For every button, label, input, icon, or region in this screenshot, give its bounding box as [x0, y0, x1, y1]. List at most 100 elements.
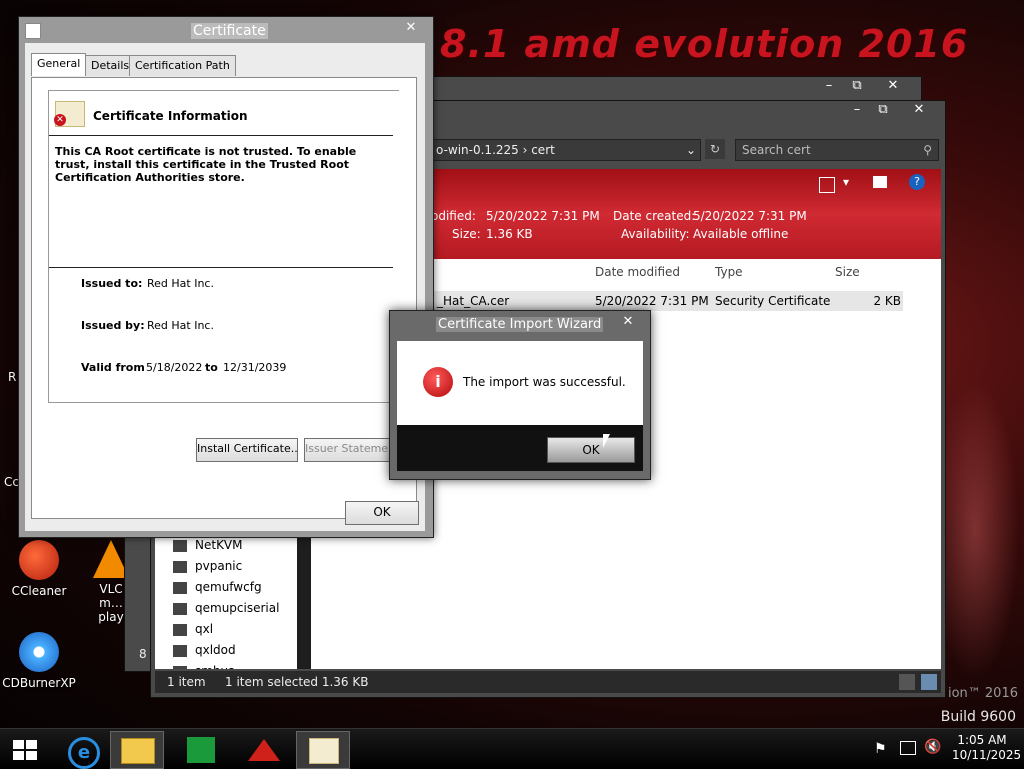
clock-time: 1:05 AM: [957, 733, 1007, 747]
chevron-down-icon[interactable]: ⌄: [686, 140, 696, 160]
tab-general[interactable]: General: [31, 53, 87, 76]
folder-icon: [173, 665, 187, 669]
nav-item[interactable]: NetKVM: [155, 535, 297, 556]
tab-certification-path[interactable]: Certification Path: [129, 55, 236, 76]
folder-icon: [173, 581, 187, 594]
nav-item[interactable]: smbus: [155, 661, 297, 669]
column-type[interactable]: Type: [715, 265, 743, 279]
info-heading: Certificate Information: [93, 109, 248, 123]
details-view-icon[interactable]: [899, 674, 915, 690]
valid-to-value: 12/31/2039: [223, 361, 287, 374]
large-icons-view-icon[interactable]: [921, 674, 937, 690]
refresh-icon: ↻: [709, 142, 721, 156]
desktop-label-clipped: Cc: [4, 475, 19, 489]
divider: [49, 267, 393, 268]
view-options-icon[interactable]: [819, 177, 835, 193]
divider: [49, 135, 393, 136]
issued-by-label: Issued by:: [81, 319, 145, 332]
flag-icon[interactable]: ⚑: [874, 741, 887, 757]
maximize-button[interactable]: ⧉: [845, 77, 869, 95]
close-button[interactable]: ✕: [399, 19, 423, 37]
availability-label: Availability:: [621, 227, 690, 241]
taskbar-app[interactable]: [238, 731, 290, 767]
folder-icon: [173, 644, 187, 657]
taskbar-store[interactable]: [176, 731, 228, 767]
issuer-statement-button[interactable]: Issuer Statement: [304, 438, 398, 462]
store-icon: [187, 737, 215, 763]
general-tab-panel: ✕ Certificate Information This CA Root c…: [31, 77, 417, 519]
certificate-info-box: ✕ Certificate Information This CA Root c…: [48, 90, 399, 403]
wizard-ok-button[interactable]: OK: [547, 437, 635, 463]
minimize-button[interactable]: –: [845, 101, 869, 119]
taskbar-certificate[interactable]: [296, 731, 350, 769]
wizard-message: The import was successful.: [463, 375, 626, 389]
preview-pane-icon[interactable]: [873, 176, 887, 188]
start-button[interactable]: [0, 731, 50, 767]
desktop-icon-label: CDBurnerXP: [2, 676, 76, 690]
close-button[interactable]: ✕: [616, 313, 640, 331]
status-selection: 1 item selected 1.36 KB: [225, 675, 369, 689]
taskbar-internet-explorer[interactable]: e: [56, 731, 108, 769]
app-icon: [248, 739, 280, 761]
file-row[interactable]: _Hat_CA.cer 5/20/2022 7:31 PM Security C…: [431, 291, 903, 311]
help-icon[interactable]: ?: [909, 174, 925, 190]
file-size: 2 KB: [873, 294, 901, 308]
install-certificate-button[interactable]: Install Certificate...: [196, 438, 298, 462]
status-item-count: 1 item: [167, 675, 206, 689]
valid-from-value: 5/18/2022: [146, 361, 203, 374]
valid-to-label: to: [205, 361, 218, 374]
search-input[interactable]: Search cert ⚲: [735, 139, 939, 161]
refresh-button[interactable]: ↻: [705, 139, 725, 159]
maximize-button[interactable]: ⧉: [871, 101, 895, 119]
column-size[interactable]: Size: [835, 265, 860, 279]
windows-logo-icon: [13, 740, 37, 760]
info-error-icon: i: [423, 367, 453, 397]
created-label: Date created:: [613, 209, 696, 223]
chevron-down-icon[interactable]: ▾: [843, 175, 849, 189]
dialog-title: Certificate: [191, 23, 268, 39]
created-value: 5/20/2022 7:31 PM: [693, 209, 807, 223]
issued-by-value: Red Hat Inc.: [147, 319, 214, 332]
nav-scrollbar[interactable]: [297, 535, 311, 669]
certificate-error-icon: ✕: [54, 101, 85, 127]
wizard-button-bar: OK: [397, 425, 643, 471]
nav-item[interactable]: qxldod: [155, 640, 297, 661]
tab-details[interactable]: Details: [85, 55, 136, 76]
clock[interactable]: 1:05 AM 10/11/2025: [952, 733, 1021, 763]
ok-button[interactable]: OK: [345, 501, 419, 525]
column-date-modified[interactable]: Date modified: [595, 265, 680, 279]
issued-to-label: Issued to:: [81, 277, 143, 290]
dialog-body: General Details Certification Path ✕ Cer…: [25, 43, 425, 531]
volume-muted-icon[interactable]: 🔇: [924, 739, 941, 755]
back-window-status: 8: [139, 647, 147, 661]
nav-item[interactable]: qxl: [155, 619, 297, 640]
network-icon[interactable]: [900, 741, 916, 755]
modified-label: odified:: [431, 209, 476, 223]
taskbar-file-explorer[interactable]: [110, 731, 164, 769]
file-date: 5/20/2022 7:31 PM: [595, 294, 709, 308]
trust-warning: This CA Root certificate is not trusted.…: [55, 145, 357, 184]
folder-icon: [173, 602, 187, 615]
address-bar[interactable]: o-win-0.1.225 › cert ⌄: [431, 139, 701, 161]
close-button[interactable]: ✕: [907, 101, 931, 119]
wallpaper-build: Build 9600: [940, 709, 1016, 725]
desktop-icon-cdburnerxp[interactable]: CDBurnerXP: [2, 632, 76, 690]
minimize-button[interactable]: –: [817, 77, 841, 95]
navigation-pane[interactable]: NetKVM pvpanic qemufwcfg qemupciserial q…: [155, 535, 297, 669]
import-wizard-dialog[interactable]: Certificate Import Wizard ✕ i The import…: [389, 310, 651, 480]
certificate-icon: [309, 738, 339, 764]
mouse-cursor: [603, 434, 610, 448]
nav-item[interactable]: pvpanic: [155, 556, 297, 577]
close-button[interactable]: ✕: [881, 77, 905, 95]
wizard-message-area: i The import was successful.: [397, 341, 643, 425]
ccleaner-icon: [19, 540, 59, 580]
file-type: Security Certificate: [715, 294, 831, 308]
size-value: 1.36 KB: [486, 227, 533, 241]
certificate-dialog[interactable]: Certificate ✕ General Details Certificat…: [18, 16, 434, 538]
search-placeholder: Search cert: [742, 143, 811, 157]
nav-item[interactable]: qemupciserial: [155, 598, 297, 619]
nav-item[interactable]: qemufwcfg: [155, 577, 297, 598]
desktop-icon-ccleaner[interactable]: CCleaner: [2, 540, 76, 598]
folder-icon: [173, 623, 187, 636]
wallpaper-title: 8.1 amd evolution 2016: [440, 22, 969, 66]
